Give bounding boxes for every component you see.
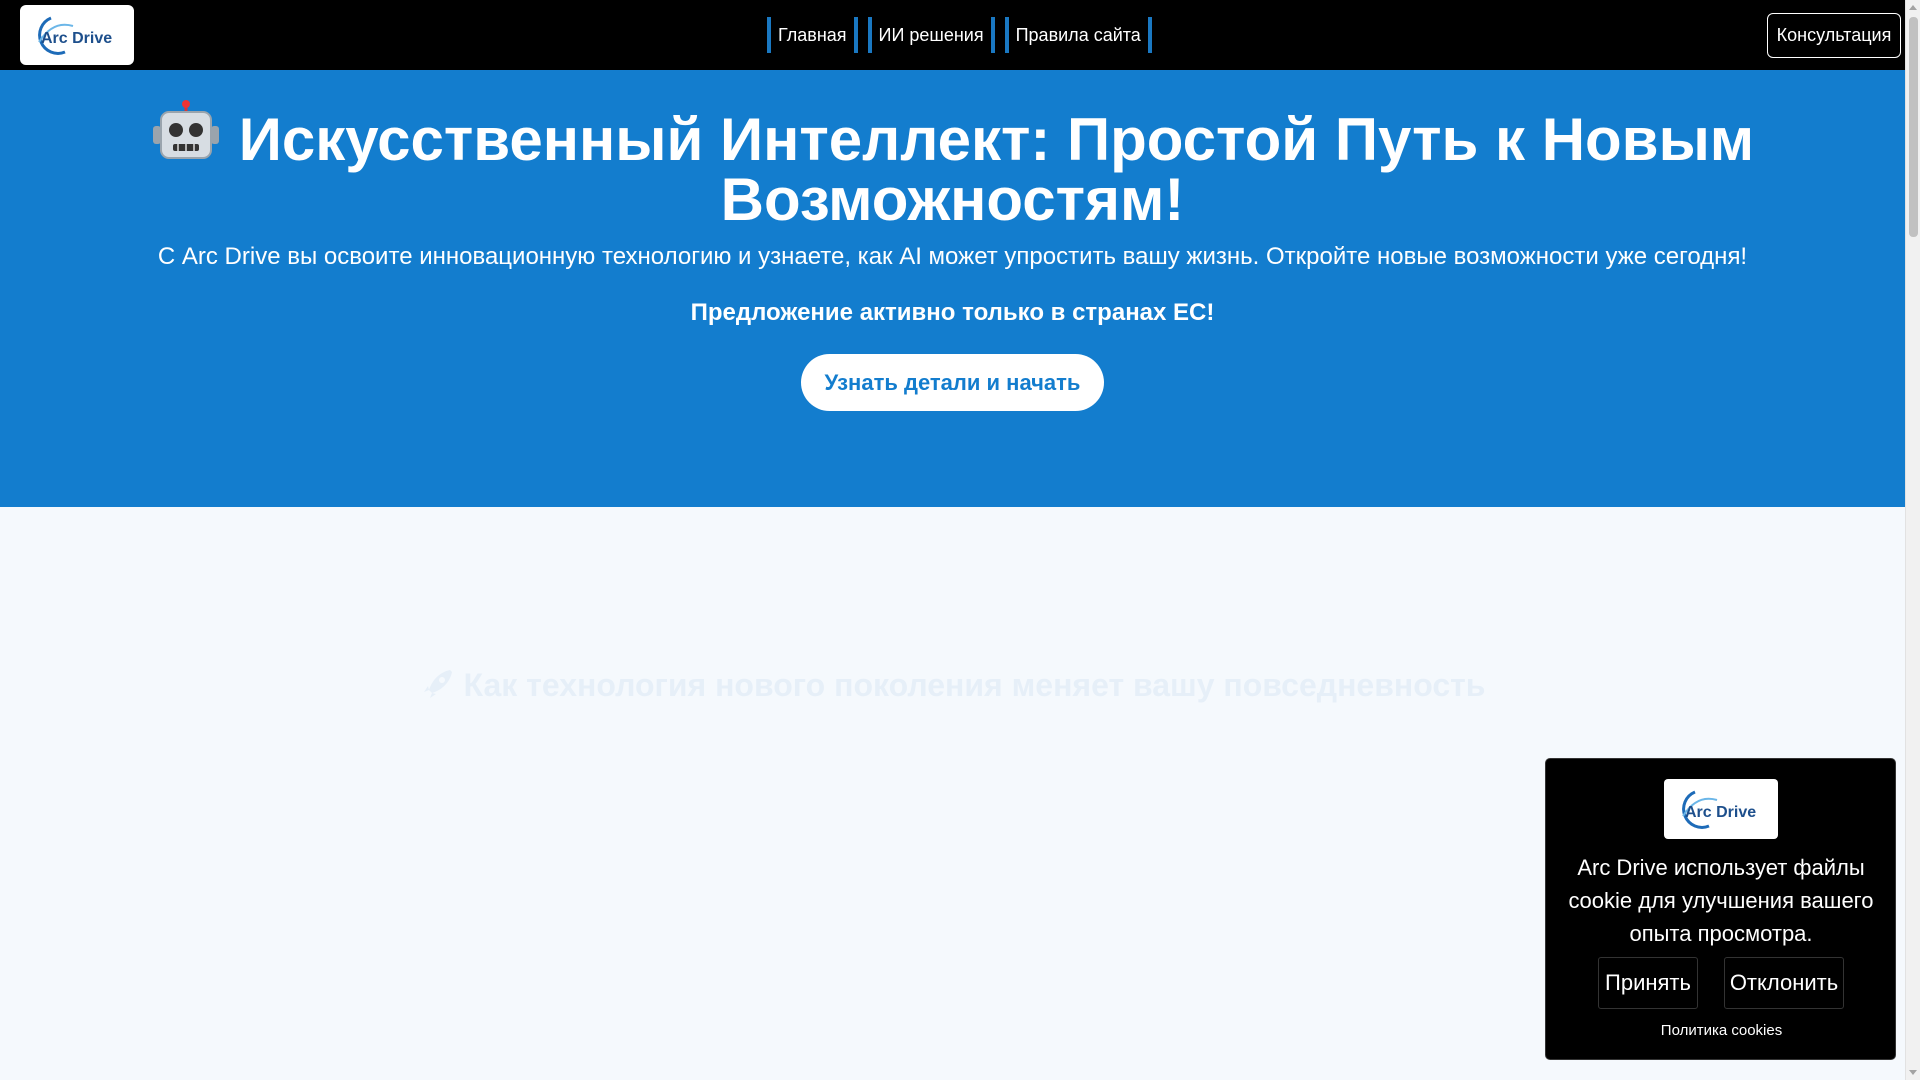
arc-drive-logo-icon: Arc Drive <box>1682 790 1756 829</box>
hero-title: Искусственный Интеллект: Простой Путь к … <box>130 100 1775 230</box>
scroll-down-arrow-icon[interactable] <box>1909 1070 1917 1075</box>
logo-text: Arc Drive <box>1685 804 1756 821</box>
cookie-message: Arc Drive использует файлы cookie для ул… <box>1568 855 1874 946</box>
logo-text: Arc Drive <box>41 30 112 47</box>
scroll-thumb[interactable] <box>1909 17 1918 237</box>
hero-subtitle: С Arc Drive вы освоите инновационную тех… <box>157 243 1748 270</box>
cookie-decline-button[interactable]: Отклонить <box>1724 957 1844 1009</box>
rocket-icon <box>423 670 452 698</box>
robot-icon <box>152 100 219 159</box>
section-title: Как технология нового поколения меняет в… <box>0 665 1905 705</box>
brand-logo[interactable]: Arc Drive <box>20 5 134 65</box>
cookie-brand-logo: Arc Drive <box>1664 779 1778 839</box>
scroll-up-arrow-icon[interactable] <box>1909 5 1917 10</box>
hero-title-text: Искусственный Интеллект: Простой Путь к … <box>238 106 1755 233</box>
cookie-accept-button[interactable]: Принять <box>1598 957 1698 1009</box>
main-nav: Главная ИИ решения Правила сайта <box>767 17 1152 53</box>
vertical-scrollbar[interactable] <box>1905 0 1920 1080</box>
nav-item-ai-solutions[interactable]: ИИ решения <box>867 17 995 53</box>
site-header: Arc Drive Главная ИИ решения Правила сай… <box>0 0 1905 70</box>
cookie-consent-popup: Arc Drive Arc Drive использует файлы coo… <box>1545 758 1896 1060</box>
arc-drive-logo-icon: Arc Drive <box>38 16 112 55</box>
hero-offer: Предложение активно только в странах ЕС! <box>690 299 1215 326</box>
nav-item-site-rules[interactable]: Правила сайта <box>1004 17 1152 53</box>
hero-section: Искусственный Интеллект: Простой Путь к … <box>0 70 1905 507</box>
cookie-policy-link[interactable]: Политика cookies <box>1546 1021 1897 1041</box>
consultation-button[interactable]: Консультация <box>1767 13 1901 58</box>
section-title-text: Как технология нового поколения меняет в… <box>463 667 1486 703</box>
learn-details-button[interactable]: Узнать детали и начать <box>801 354 1104 411</box>
nav-item-home[interactable]: Главная <box>767 17 858 53</box>
